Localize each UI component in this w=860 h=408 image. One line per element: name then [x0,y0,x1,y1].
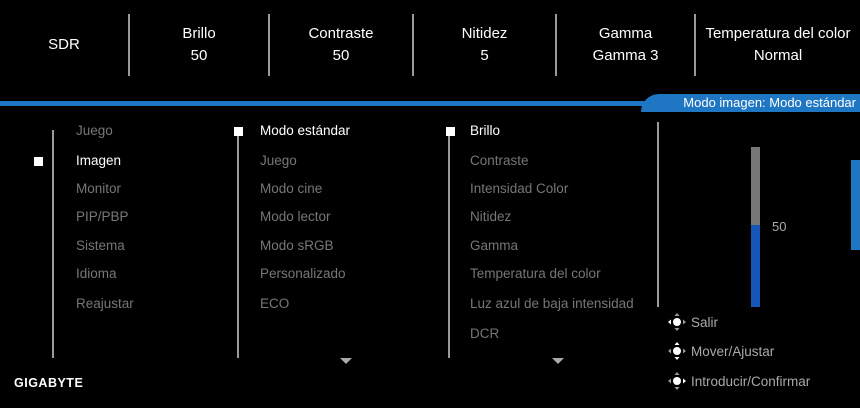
status-contrast-label: Contraste [308,25,374,42]
selected-bullet-icon [34,157,43,166]
setting-sharpness[interactable]: Nitidez [470,208,511,226]
main-menu-item-reset[interactable]: Reajustar [76,295,134,313]
main-menu-item-system[interactable]: Sistema [76,237,125,255]
status-sharpness-value: 5 [480,47,489,64]
joystick-up-down-icon [668,342,686,360]
hint-exit: Salir [666,312,718,332]
status-contrast-value: 50 [332,47,350,64]
status-sharpness: Nitidez 5 [414,0,555,90]
picture-mode-movie[interactable]: Modo cine [260,180,322,198]
brightness-slider-fill[interactable] [751,225,760,307]
brightness-slider-value: 50 [772,219,787,234]
status-color-temp: Temperatura del color Normal [696,0,860,90]
setting-contrast[interactable]: Contraste [470,152,529,170]
status-gamma-label: Gamma [598,25,653,42]
status-gamma-value: Gamma 3 [592,47,659,64]
scroll-down-icon[interactable] [340,358,352,364]
hint-move-adjust: Mover/Ajustar [666,341,774,361]
status-bar: SDR Brillo 50 Contraste 50 Nitidez 5 Gam… [0,0,860,90]
main-menu-item-language[interactable]: Idioma [76,265,117,283]
submenu-divider [237,130,239,358]
status-hdr: SDR [0,0,128,90]
selected-bullet-icon [234,127,243,136]
status-contrast: Contraste 50 [270,0,412,90]
picture-mode-standard[interactable]: Modo estándar [260,122,350,140]
gigabyte-logo: GIGABYTE [14,376,84,390]
status-gamma: Gamma Gamma 3 [557,0,694,90]
hint-move-adjust-label: Mover/Ajustar [691,343,775,359]
status-color-temp-label: Temperatura del color [705,25,851,42]
picture-mode-srgb[interactable]: Modo sRGB [260,237,334,255]
main-menu-item-pip-pbp[interactable]: PIP/PBP [76,208,129,226]
main-menu-item-game[interactable]: Juego [76,122,113,140]
setting-gamma[interactable]: Gamma [470,237,518,255]
status-color-temp-value: Normal [753,47,803,64]
setting-color-vibrance[interactable]: Intensidad Color [470,180,568,198]
picture-mode-eco[interactable]: ECO [260,295,289,313]
setting-dcr[interactable]: DCR [470,325,499,343]
status-brightness-label: Brillo [182,25,216,42]
brightness-slider-track[interactable] [751,147,760,225]
hint-enter-confirm-label: Introducir/Confirmar [691,373,811,389]
setting-low-blue-light[interactable]: Luz azul de baja intensidad [470,295,634,313]
setting-brightness[interactable]: Brillo [470,122,500,140]
hint-exit-label: Salir [691,314,719,330]
picture-mode-custom[interactable]: Personalizado [260,265,346,283]
picture-mode-game[interactable]: Juego [260,152,297,170]
main-menu-divider [52,130,54,358]
hint-enter-confirm: Introducir/Confirmar [666,371,810,391]
joystick-left-icon [668,313,686,331]
main-menu-item-monitor[interactable]: Monitor [76,180,121,198]
osd-menu: SDR Brillo 50 Contraste 50 Nitidez 5 Gam… [0,0,860,408]
main-menu-item-picture[interactable]: Imagen [76,152,121,170]
picture-mode-tab: Modo imagen: Modo estándar [641,94,860,112]
picture-mode-reader[interactable]: Modo lector [260,208,331,226]
status-sharpness-label: Nitidez [461,25,508,42]
value-divider [657,122,659,307]
setting-color-temperature[interactable]: Temperatura del color [470,265,601,283]
selected-bullet-icon [446,127,455,136]
settings-divider [448,130,450,358]
status-brightness-value: 50 [190,47,208,64]
scroll-indicator [851,160,860,250]
status-brightness: Brillo 50 [130,0,268,90]
joystick-right-icon [668,372,686,390]
scroll-down-icon[interactable] [552,358,564,364]
status-hdr-label: SDR [48,36,80,53]
